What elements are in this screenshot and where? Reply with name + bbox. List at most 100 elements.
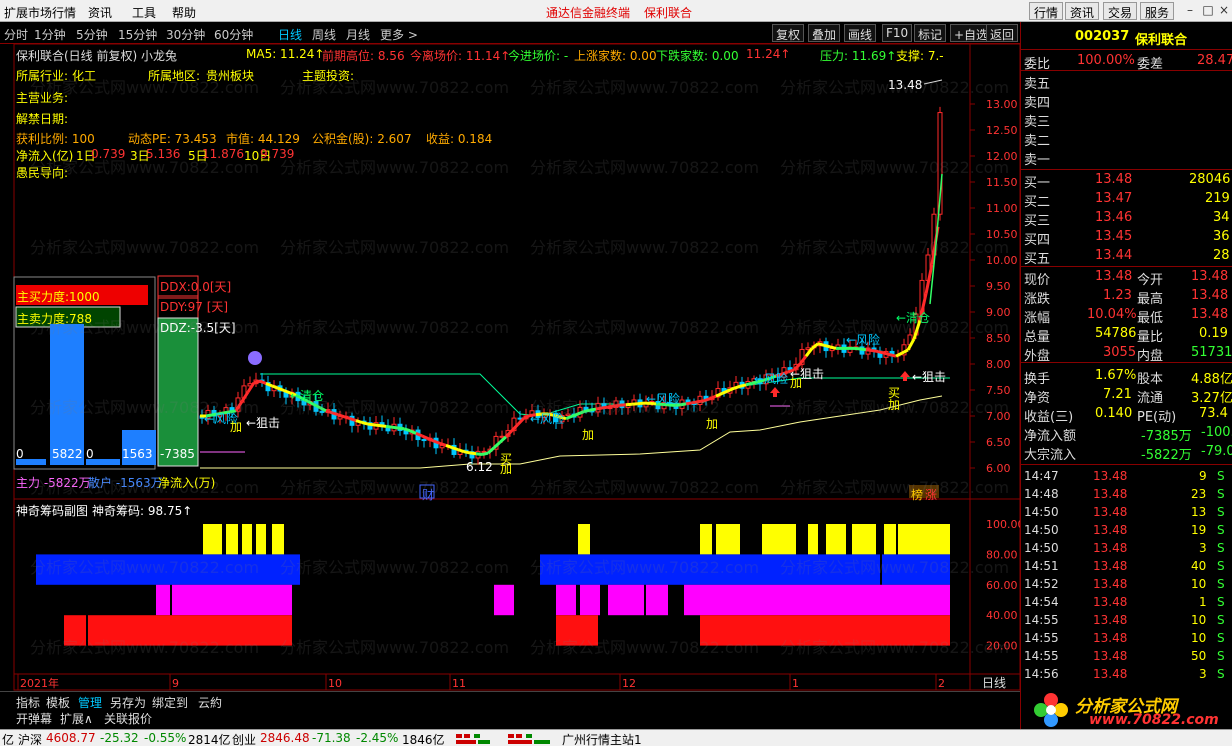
tick-time: 14:52 [1024,577,1059,591]
price-tick-label: 8.00 [986,358,1011,371]
mark-button[interactable]: 标记 [914,24,947,42]
bid-row: 买五 13.44 28 [1021,247,1232,267]
bang-label: 榜 [911,488,924,502]
ma-segment [823,343,831,349]
danmaku-button[interactable]: 开弹幕 [16,710,52,727]
menu-news[interactable]: 资讯 [88,4,112,21]
ma-segment [451,446,459,452]
tick-time: 14:56 [1024,667,1059,681]
cy-amount: 1846亿 [402,733,445,746]
maximize-icon[interactable]: □ [1200,2,1216,18]
time-tick-label: 11 [452,677,466,690]
period-bar: 分时 1分钟 5分钟 15分钟 30分钟 60分钟 日线 周线 月线 更多 > … [0,22,1020,44]
entry-price-label: 今进场价: - [508,49,569,63]
tick-direction: S [1217,649,1225,663]
sub-chart-axis: 100.00 80.00 60.00 40.00 20.00 [986,518,1020,653]
tick-row: 14:50 13.48 3 S [1021,540,1232,558]
ma-segment [259,379,267,385]
tick-direction: S [1217,505,1225,519]
ma-segment [637,401,645,406]
price-tick-label: 9.00 [986,306,1011,319]
period-more[interactable]: 更多 > [380,26,418,43]
tick-time: 14:55 [1024,613,1059,627]
tick-row: 14:56 13.48 3 S [1021,666,1232,684]
ma-segment [486,446,496,455]
candle-body [421,439,427,442]
menu-tools[interactable]: 工具 [132,4,156,21]
period-monthly[interactable]: 月线 [346,26,370,43]
adjust-button[interactable]: 复权 [772,24,805,42]
ma-segment [433,439,441,445]
net-inflow-row: 净流入额 -7385万 -100.0 [1021,424,1232,444]
stat-row: 外盘 3055 内盘 51731 [1021,344,1232,364]
tick-time: 14:50 [1024,541,1059,555]
service-button[interactable]: 服务 [1140,2,1175,20]
related-quote-button[interactable]: 关联报价 [104,710,152,727]
stat-label: 涨幅 [1024,311,1051,326]
cy-value: 2846.48 [260,731,310,745]
stat-label: 最高 [1137,292,1164,307]
draw-button[interactable]: 画线 [844,24,877,42]
main-sell-label: 主卖力度:788 [17,312,92,326]
stat-label: PE(动) [1137,410,1177,425]
price-tick-label: 9.50 [986,280,1011,293]
tick-direction: S [1217,577,1225,591]
indicator-tabs: 指标 模板 管理 另存为 绑定到 云約 [0,691,1020,710]
brand-logo: 分析家公式网 www.70822.com [1031,690,1231,730]
chip-bar [684,584,950,616]
stock-name: 保利联合 [1135,33,1188,48]
inflow-10d: 9.739 [260,147,295,161]
ma-segment [607,404,615,409]
ma-segment [349,417,357,422]
f10-button[interactable]: F10 [882,24,913,42]
back-button[interactable]: 返回 [986,24,1019,42]
period-daily[interactable]: 日线 [278,26,302,43]
pressure-label: 压力: 11.69↑ [820,49,897,63]
trade-button[interactable]: 交易 [1103,2,1138,20]
period-5min[interactable]: 5分钟 [76,26,108,43]
overlay-button[interactable]: 叠加 [808,24,841,42]
tick-row: 14:55 13.48 10 S [1021,612,1232,630]
expand-button[interactable]: 扩展∧ [60,710,93,727]
ma-segment [469,451,477,456]
ma5-label: MA5: 11.24↑ [246,47,325,61]
tick-price: 13.48 [1093,667,1128,681]
bid-label: 买三 [1024,214,1051,229]
big-order-amount: -5822万 [1141,448,1192,463]
tick-volume: 10 [1191,613,1207,627]
ask-row: 卖四 [1021,91,1232,111]
close-icon[interactable]: × [1216,2,1232,18]
tick-time: 14:55 [1024,649,1059,663]
period-60min[interactable]: 60分钟 [214,26,253,43]
ma-segment [679,402,687,407]
minimize-icon[interactable]: – [1182,2,1198,18]
period-weekly[interactable]: 周线 [312,26,336,43]
chip-bar [898,524,950,555]
period-intraday[interactable]: 分时 [4,26,28,43]
tick-time: 14:47 [1024,469,1059,483]
period-30min[interactable]: 30分钟 [166,26,205,43]
news-button[interactable]: 资讯 [1065,2,1100,20]
period-1min[interactable]: 1分钟 [34,26,66,43]
retail-label: 散户 -1563万 [88,476,163,490]
tick-price: 13.48 [1093,649,1128,663]
ma-segment [877,350,885,355]
annotation-jia: 加 [230,420,243,434]
tick-row: 14:55 13.48 50 S [1021,648,1232,666]
stat-value: 13.48 [1095,269,1133,284]
net-inflow-pct: -100.0 [1201,425,1232,440]
tick-price: 13.48 [1093,505,1128,519]
inflow-5d: 11.876 [202,147,244,161]
chip-bar [808,524,818,555]
menu-help[interactable]: 帮助 [172,4,196,21]
period-15min[interactable]: 15分钟 [118,26,157,43]
market-button[interactable]: 行情 [1029,2,1064,20]
menu-extended-market[interactable]: 扩展市场行情 [4,4,76,21]
ma-segment [859,347,867,352]
moving-average-line [200,173,943,456]
sub-axis-label: 60.00 [986,579,1018,592]
market-value: 市值: 44.129 [226,132,300,146]
sh-value: 4608.77 [46,731,96,745]
tick-time: 14:48 [1024,487,1059,501]
ma-segment [331,411,339,417]
